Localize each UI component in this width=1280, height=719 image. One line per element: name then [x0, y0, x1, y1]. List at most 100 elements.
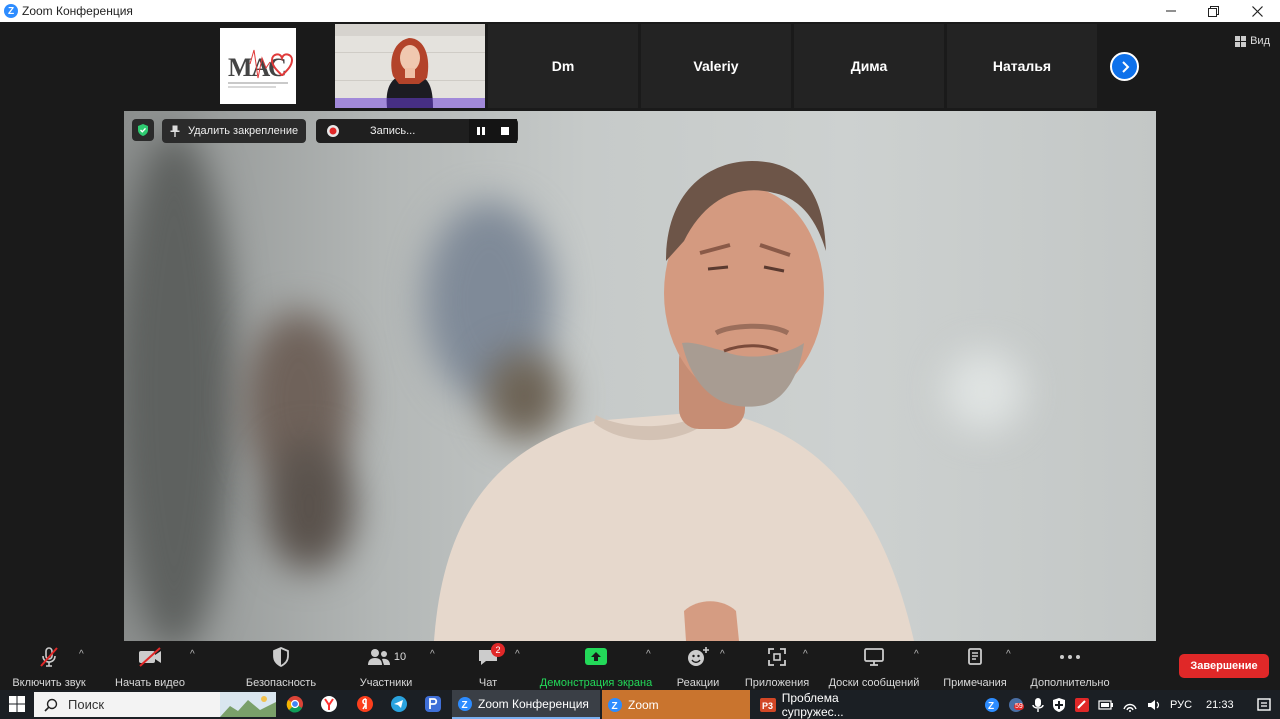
title-bar: Z Zoom Конференция [0, 0, 1280, 22]
unpin-label: Удалить закрепление [188, 125, 299, 137]
taskbar-window[interactable]: Z Zoom Конференция [452, 690, 600, 719]
whiteboard-icon [863, 645, 885, 669]
shield-icon [271, 645, 291, 669]
notes-options-caret[interactable]: ^ [1006, 649, 1011, 660]
microphone-tray-icon[interactable] [1032, 697, 1044, 713]
toolbar-label: Приложения [744, 677, 810, 689]
taskbar-window[interactable]: P3 Проблема супружес... [754, 690, 902, 719]
p-app-icon [425, 696, 441, 712]
start-button[interactable] [6, 693, 28, 715]
wifi-icon[interactable] [1122, 697, 1138, 713]
participant-tile[interactable]: Dm [488, 24, 638, 108]
minimize-icon [1166, 10, 1176, 12]
volume-icon[interactable] [1146, 697, 1162, 713]
taskbar-yandex-browser[interactable] [318, 693, 340, 715]
taskbar-search[interactable]: Поиск [34, 692, 276, 717]
yandex-icon [357, 696, 373, 712]
powerpoint-icon: P3 [760, 697, 776, 712]
taskbar-window-label: Zoom [628, 697, 659, 712]
whiteboard-button[interactable]: Доски сообщений [824, 645, 924, 689]
close-icon [1251, 5, 1263, 17]
close-button[interactable] [1234, 0, 1280, 22]
taskbar-chrome[interactable] [284, 693, 306, 715]
participant-tile[interactable]: Valeriy [641, 24, 791, 108]
security-tray-icon[interactable] [1052, 697, 1066, 713]
more-button[interactable]: Дополнительно [1026, 645, 1114, 689]
notification-tray-icon[interactable]: 59 [1008, 697, 1024, 713]
notes-button[interactable]: Примечания [940, 645, 1010, 689]
record-icon [327, 125, 339, 137]
view-button[interactable]: Вид [1235, 32, 1270, 50]
notifications-icon[interactable] [1256, 697, 1272, 713]
search-highlight-icon [220, 692, 276, 717]
apps-options-caret[interactable]: ^ [803, 649, 808, 660]
toolbar-label: Участники [359, 677, 413, 689]
next-page-button[interactable] [1110, 52, 1139, 81]
zoom-icon: Z [608, 697, 622, 712]
svg-text:Z: Z [612, 701, 618, 712]
chat-options-caret[interactable]: ^ [515, 649, 520, 660]
restore-button[interactable] [1190, 0, 1236, 22]
windows-taskbar: Поиск Z Zoom Конференция Z Zoom P3 Пробл… [0, 690, 1280, 719]
main-speaker-video[interactable]: Удалить закрепление Запись... [124, 111, 1156, 641]
whiteboard-options-caret[interactable]: ^ [914, 649, 919, 660]
participant-logo-tile[interactable]: МАС [220, 28, 296, 104]
unmute-button[interactable]: Включить звук [10, 645, 88, 689]
participants-button[interactable]: 10 Участники [354, 645, 418, 689]
anydesk-tray-icon[interactable] [1074, 697, 1090, 713]
presenter-thumbnail [335, 24, 485, 108]
share-options-caret[interactable]: ^ [646, 649, 651, 660]
svg-text:P3: P3 [762, 701, 773, 711]
toolbar-label: Демонстрация экрана [539, 677, 653, 689]
speaker-figure [434, 161, 914, 641]
reactions-button[interactable]: Реакции [672, 645, 724, 689]
windows-logo-icon [9, 696, 25, 712]
participant-tile[interactable]: Дима [794, 24, 944, 108]
battery-icon [1098, 699, 1113, 710]
taskbar-window-label: Zoom Конференция [478, 696, 589, 711]
input-language[interactable]: РУС [1170, 699, 1192, 711]
more-icon [1059, 645, 1081, 669]
video-options-caret[interactable]: ^ [190, 649, 195, 660]
encryption-indicator[interactable] [132, 119, 154, 141]
taskbar-yandex[interactable] [354, 693, 376, 715]
taskbar-window[interactable]: Z Zoom [602, 690, 750, 719]
security-button[interactable]: Безопасность [244, 645, 318, 689]
reactions-icon [686, 645, 710, 669]
end-meeting-button[interactable]: Завершение [1179, 654, 1269, 678]
chrome-icon [286, 696, 303, 713]
reactions-options-caret[interactable]: ^ [720, 649, 725, 660]
stop-icon[interactable] [500, 126, 510, 136]
start-video-button[interactable]: Начать видео [112, 645, 188, 689]
participants-options-caret[interactable]: ^ [430, 649, 435, 660]
audio-options-caret[interactable]: ^ [79, 649, 84, 660]
recording-controls [469, 119, 517, 143]
chat-icon: 2 [477, 643, 505, 669]
telegram-icon [391, 696, 407, 712]
zoom-tray-icon[interactable]: Z [984, 697, 1000, 713]
minimize-button[interactable] [1148, 0, 1194, 22]
unpin-button[interactable]: Удалить закрепление [162, 119, 307, 143]
chat-button[interactable]: 2 Чат [470, 643, 506, 689]
pin-icon [170, 125, 180, 137]
zoom-icon: Z [458, 696, 472, 711]
system-tray: Z 59 РУС 21:33 [984, 690, 1272, 719]
clock[interactable]: 21:33 [1206, 699, 1234, 711]
apps-button[interactable]: Приложения [742, 645, 812, 689]
participant-name: Dm [551, 58, 575, 74]
search-placeholder: Поиск [68, 697, 105, 712]
participant-video-tile[interactable] [335, 24, 485, 108]
grid-view-icon [1235, 35, 1247, 47]
tray-badge: 59 [1014, 702, 1024, 710]
mic-off-icon [38, 645, 60, 669]
search-icon [44, 698, 58, 712]
toolbar-label: Чат [478, 677, 498, 689]
share-screen-button[interactable]: Демонстрация экрана [534, 645, 658, 689]
taskbar-app-p[interactable] [422, 693, 444, 715]
notes-icon [966, 645, 984, 669]
taskbar-telegram[interactable] [388, 693, 410, 715]
pause-icon[interactable] [476, 126, 486, 136]
participant-tile[interactable]: Наталья [947, 24, 1097, 108]
meeting-toolbar: Включить звук ^ Начать видео ^ Безопасно… [0, 641, 1280, 690]
window-title: Zoom Конференция [22, 4, 133, 18]
